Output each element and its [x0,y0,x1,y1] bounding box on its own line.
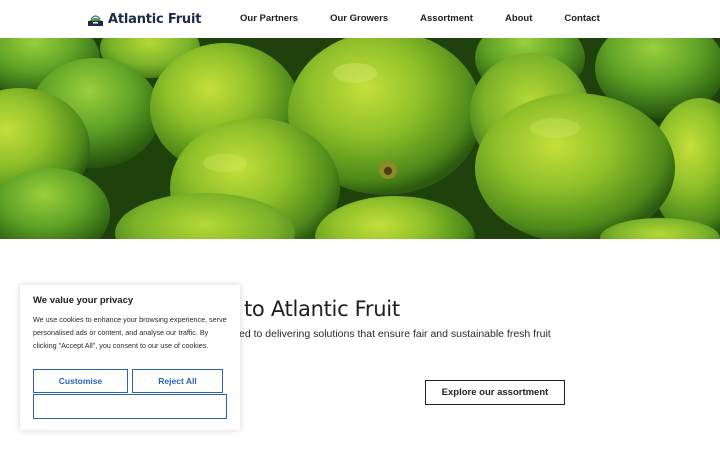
brand-logo[interactable]: Atlantic Fruit [87,10,201,28]
site-header: Atlantic Fruit Our Partners Our Growers … [0,0,720,38]
hero-image [0,38,720,239]
nav-assortment[interactable]: Assortment [420,13,473,24]
limes-photo [0,38,720,239]
cookie-title: We value your privacy [33,295,134,306]
nav-our-growers[interactable]: Our Growers [330,13,388,24]
logo-icon [88,14,103,26]
cookie-consent-banner: We value your privacy We use cookies to … [20,285,240,430]
welcome-text: cated to delivering solutions that ensur… [225,328,551,340]
customise-button[interactable]: Customise [33,369,128,393]
explore-assortment-button[interactable]: Explore our assortment [425,380,565,405]
welcome-title: e to Atlantic Fruit [225,297,400,321]
cookie-text: We use cookies to enhance your browsing … [33,315,227,350]
accept-all-button[interactable] [33,394,227,419]
brand-name: Atlantic Fruit [108,11,202,27]
nav-contact[interactable]: Contact [564,13,599,24]
nav-our-partners[interactable]: Our Partners [240,13,298,24]
main-nav: Our Partners Our Growers Assortment Abou… [240,13,600,24]
reject-all-button[interactable]: Reject All [132,369,223,393]
nav-about[interactable]: About [505,13,532,24]
